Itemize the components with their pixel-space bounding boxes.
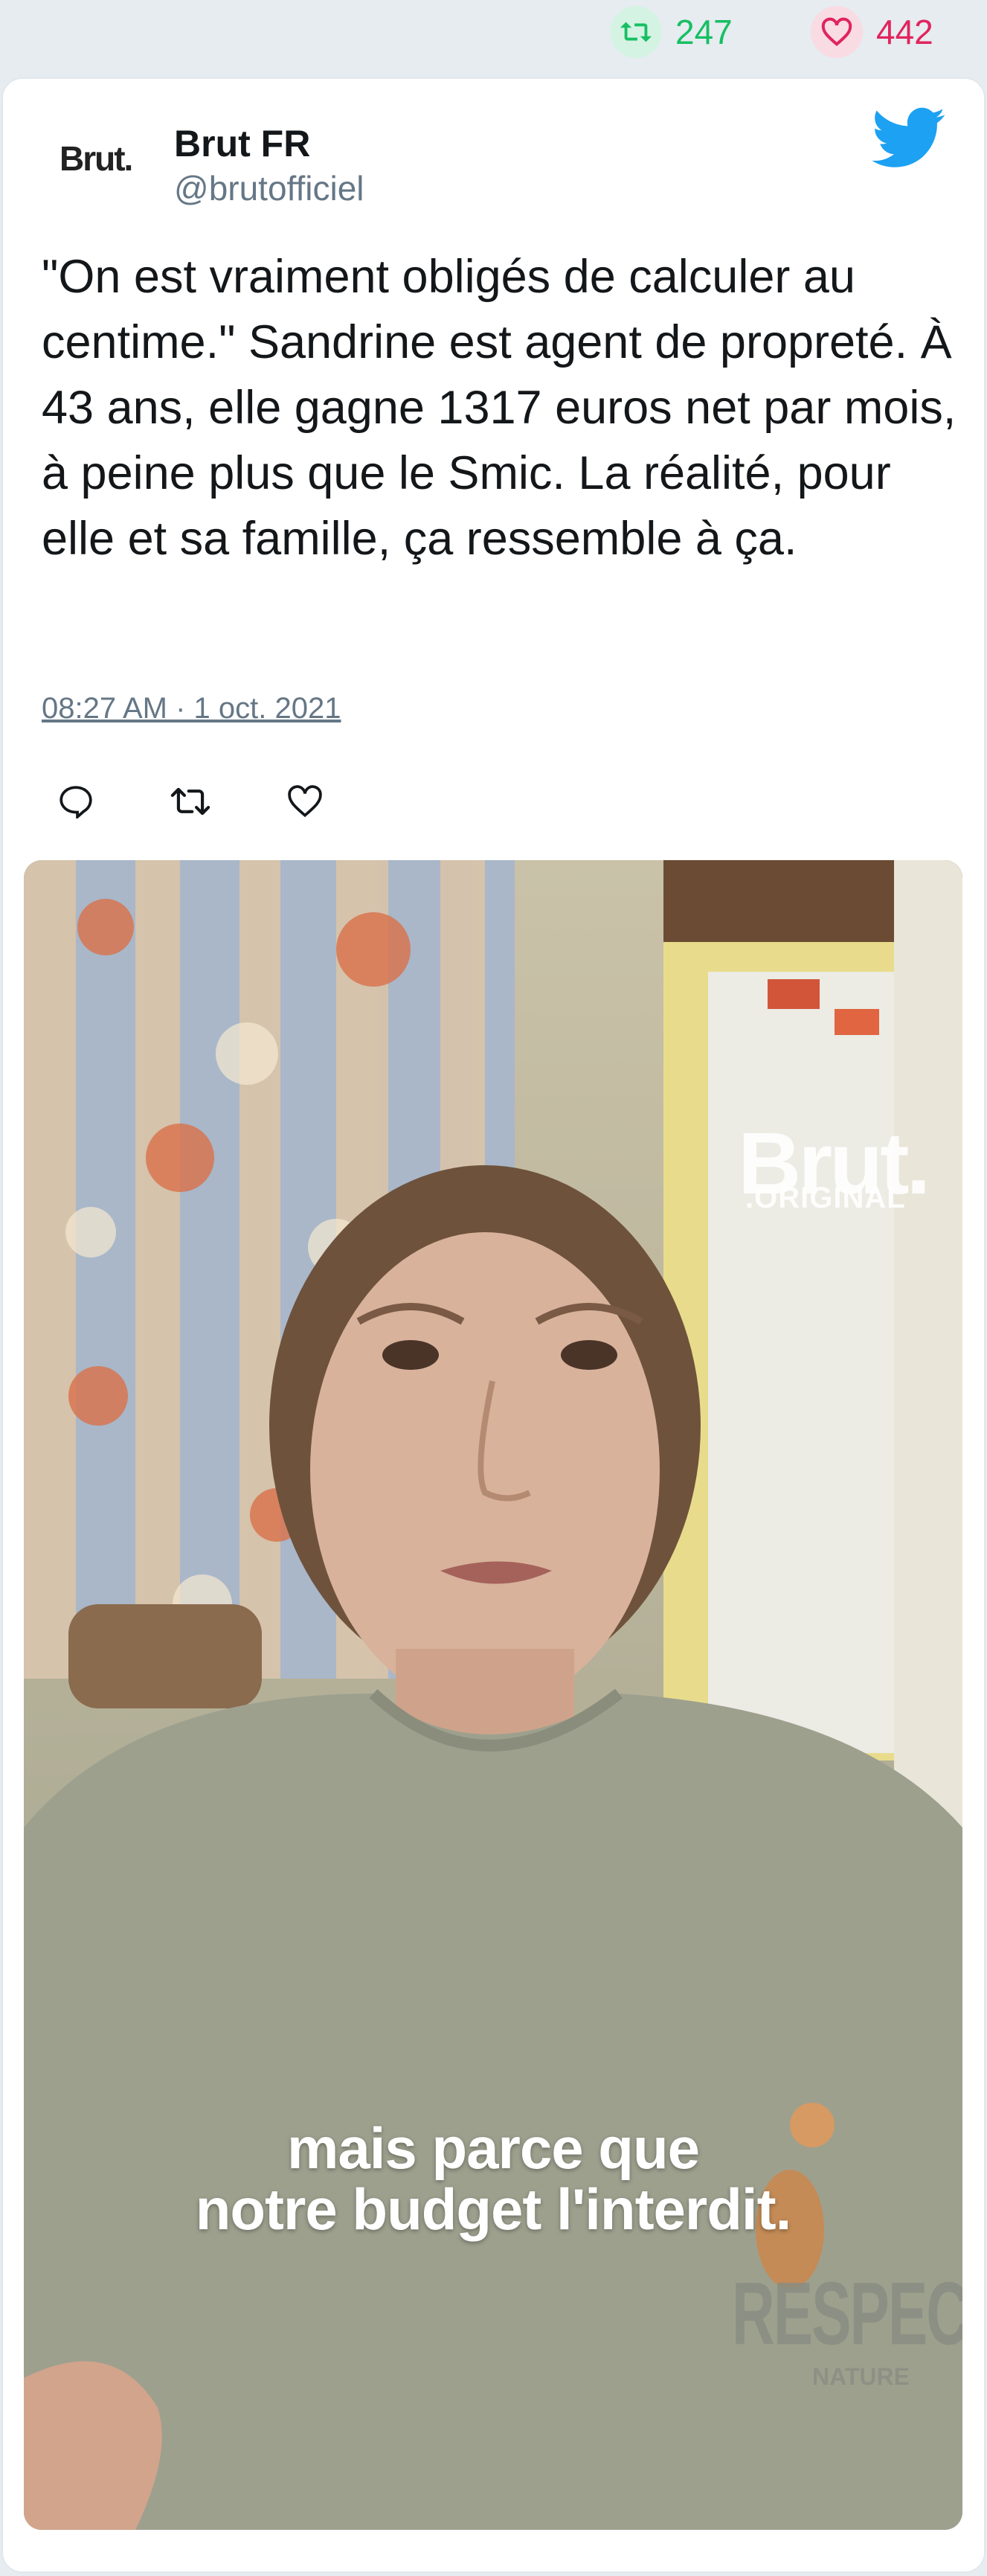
video-caption-line2: notre budget l'interdit. xyxy=(195,2176,791,2242)
reply-button[interactable] xyxy=(52,778,100,825)
author-name[interactable]: Brut FR xyxy=(174,122,310,165)
retweet-icon xyxy=(610,6,662,58)
author-avatar[interactable]: Brut. xyxy=(60,132,143,185)
like-count[interactable]: 442 xyxy=(811,6,933,58)
twitter-bird-icon[interactable] xyxy=(872,107,946,170)
retweet-icon xyxy=(170,787,210,816)
retweet-button[interactable] xyxy=(167,778,214,825)
video-thumbnail[interactable]: Brut. .ORIGINAL mais parce que notre bud… xyxy=(24,860,962,2530)
shirt-print-subtext: NATURE xyxy=(812,2363,910,2390)
reply-icon xyxy=(60,786,92,818)
like-count-label: 442 xyxy=(876,13,933,51)
retweet-count[interactable]: 247 xyxy=(610,6,733,58)
video-caption: mais parce que notre budget l'interdit. xyxy=(24,2118,962,2240)
like-button[interactable] xyxy=(281,778,329,825)
retweet-count-label: 247 xyxy=(675,13,733,51)
tweet-timestamp[interactable]: 08:27 AM · 1 oct. 2021 xyxy=(42,692,341,725)
brut-watermark-sub: .ORIGINAL xyxy=(745,1182,906,1214)
shirt-print-text: RESPECT xyxy=(732,2263,962,2364)
engagement-bar: 247 442 xyxy=(0,0,987,74)
heart-icon xyxy=(288,785,322,818)
tweet-actions xyxy=(52,778,396,825)
author-handle[interactable]: @brutofficiel xyxy=(174,168,364,208)
tweet-text: "On est vraiment obligés de calculer au … xyxy=(42,251,957,565)
heart-icon xyxy=(811,6,863,58)
video-caption-line1: mais parce que xyxy=(287,2115,700,2181)
